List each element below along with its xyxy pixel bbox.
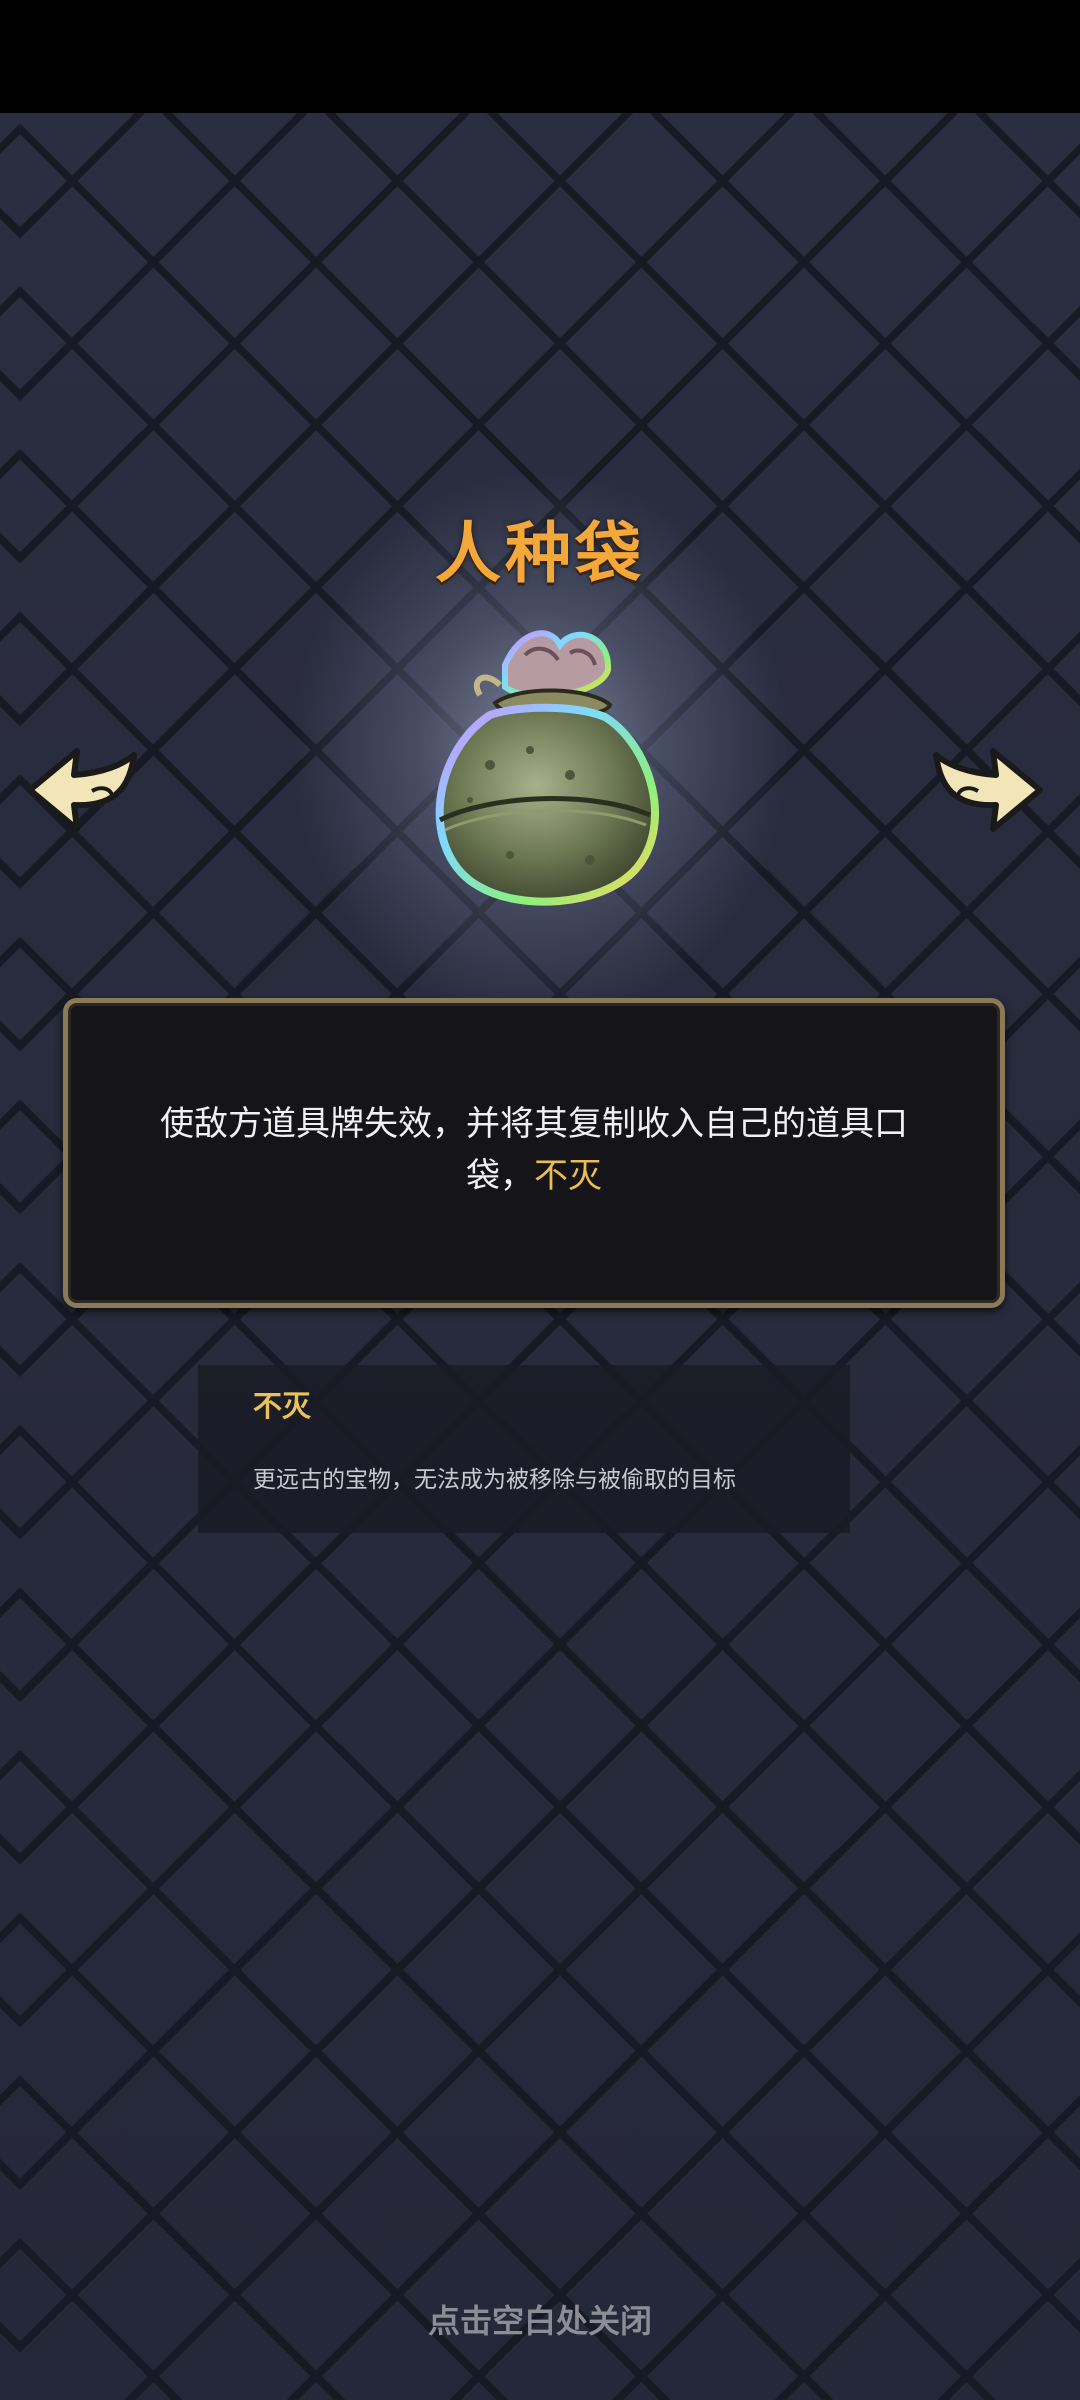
description-keyword[interactable]: 不灭 (534, 1156, 602, 1196)
description-panel: 使敌方道具牌失效，并将其复制收入自己的道具口袋，不灭 (63, 998, 1005, 1308)
close-hint: 点击空白处关闭 (427, 2302, 652, 2340)
arrow-right-icon[interactable] (928, 745, 1048, 835)
arrow-left-icon[interactable] (22, 745, 142, 835)
keyword-description: 更远古的宝物，无法成为被移除与被偷取的目标 (253, 1467, 736, 1493)
keyword-tooltip: 不灭 更远古的宝物，无法成为被移除与被偷取的目标 (198, 1365, 850, 1533)
screen: 人种袋 使敌方道具牌失效，并将其复制收入自己的道具口袋，不灭 不灭 更远古的宝物… (0, 0, 1080, 2400)
status-bar (0, 0, 1080, 113)
keyword-title: 不灭 (253, 1389, 312, 1423)
item-title: 人种袋 (435, 515, 645, 592)
description-text: 使敌方道具牌失效，并将其复制收入自己的道具口袋，不灭 (128, 1098, 940, 1202)
seed-bag-icon (435, 630, 659, 906)
